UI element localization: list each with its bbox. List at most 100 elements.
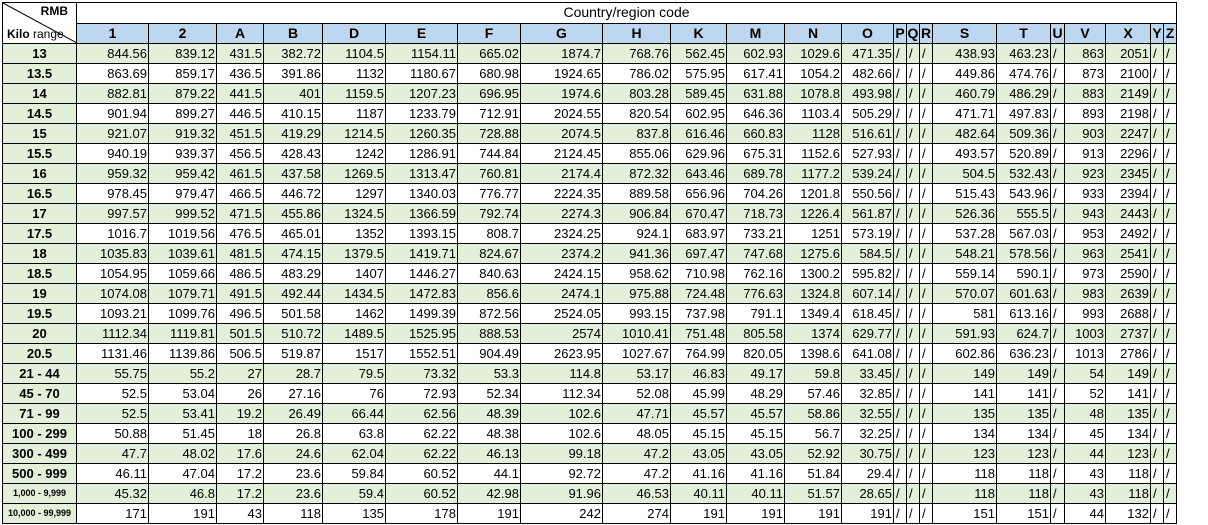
table-cell: 2574 [520, 323, 603, 344]
table-cell: 52.92 [784, 443, 842, 464]
table-cell: / [906, 283, 920, 304]
table-cell: / [919, 283, 933, 304]
table-cell: 764.99 [670, 343, 727, 364]
row-header-weight: 13.5 [2, 63, 77, 84]
table-cell: / [893, 63, 907, 84]
table-cell: 537.28 [932, 223, 997, 244]
table-cell: 2688 [1105, 303, 1151, 324]
table-cell: / [1150, 503, 1164, 524]
table-cell: / [1150, 63, 1164, 84]
table-cell: 665.02 [457, 43, 521, 64]
table-cell: 1313.47 [385, 163, 458, 184]
table-cell: 975.88 [602, 283, 671, 304]
table-cell: / [1163, 243, 1177, 264]
table-cell: 1003 [1064, 323, 1106, 344]
table-cell: 491.5 [216, 283, 264, 304]
table-cell: 1013 [1064, 343, 1106, 364]
table-cell: 940.19 [76, 143, 149, 164]
table-cell: / [1150, 343, 1164, 364]
table-cell: 751.48 [670, 323, 727, 344]
table-cell: 584.5 [841, 243, 894, 264]
table-cell: 1324.8 [784, 283, 842, 304]
table-cell: 461.5 [216, 163, 264, 184]
table-cell: 2024.55 [520, 103, 603, 124]
table-cell: 1275.6 [784, 243, 842, 264]
table-cell: 382.72 [263, 43, 323, 64]
table-cell: 963 [1064, 243, 1106, 264]
table-cell: 451.5 [216, 123, 264, 144]
table-cell: 66.44 [322, 403, 386, 424]
table-cell: 53.17 [602, 363, 671, 384]
table-cell: 135 [322, 503, 386, 524]
table-cell: 550.56 [841, 183, 894, 204]
table-cell: 893 [1064, 103, 1106, 124]
table-cell: 656.96 [670, 183, 727, 204]
table-cell: 141 [1105, 383, 1151, 404]
table-cell: 1374 [784, 323, 842, 344]
table-cell: 135 [932, 403, 997, 424]
table-cell: / [1050, 223, 1065, 244]
table-cell: 1489.5 [322, 323, 386, 344]
table-cell: 51.57 [784, 483, 842, 504]
table-cell: 76 [322, 383, 386, 404]
table-row: 18.5 1054.95 1059.66 486.5 483.29 1407 1446.27… [2, 263, 1177, 284]
corner-currency-label: RMB [40, 4, 68, 18]
table-cell: 906.84 [602, 203, 671, 224]
table-cell: 710.98 [670, 263, 727, 284]
table-cell: 48.38 [457, 423, 521, 444]
table-cell: 92.72 [520, 463, 603, 484]
table-cell: / [1050, 123, 1065, 144]
table-cell: / [893, 203, 907, 224]
table-row: 500 - 999 46.11 47.04 17.2 23.6 59.84 60.52 44.… [2, 463, 1177, 484]
table-cell: 747.68 [726, 243, 785, 264]
table-row: 17.5 1016.7 1019.56 476.5 465.01 1352 1393.15 8… [2, 223, 1177, 244]
table-cell: 41.16 [670, 463, 727, 484]
table-body: 13 844.56 839.12 431.5 382.72 1104.5 1154.11 66… [2, 43, 1177, 524]
table-row: 14 882.81 879.22 441.5 401 1159.5 1207.23 696.9… [2, 83, 1177, 104]
table-cell: 59.84 [322, 463, 386, 484]
table-cell: 455.86 [263, 203, 323, 224]
table-cell: / [906, 463, 920, 484]
table-cell: 171 [76, 503, 149, 524]
table-cell: 978.45 [76, 183, 149, 204]
table-cell: / [1050, 323, 1065, 344]
table-cell: 2639 [1105, 283, 1151, 304]
table-cell: / [906, 163, 920, 184]
table-cell: / [919, 443, 933, 464]
table-cell: / [919, 463, 933, 484]
table-cell: 2590 [1105, 263, 1151, 284]
table-cell: 114.8 [520, 363, 603, 384]
table-cell: 1517 [322, 343, 386, 364]
table-cell: / [1150, 163, 1164, 184]
table-cell: 32.55 [841, 403, 894, 424]
table-cell: / [1163, 383, 1177, 404]
table-cell: 641.08 [841, 343, 894, 364]
table-cell: 863 [1064, 43, 1106, 64]
table-cell: 1233.79 [385, 103, 458, 124]
table-cell: 57.46 [784, 383, 842, 404]
table-cell: / [1050, 303, 1065, 324]
table-cell: 79.5 [322, 363, 386, 384]
table-cell: 1010.41 [602, 323, 671, 344]
column-header-2: 2 [148, 22, 217, 44]
table-cell: 629.96 [670, 143, 727, 164]
table-cell: / [1163, 263, 1177, 284]
table-cell: 1297 [322, 183, 386, 204]
table-cell: 73.32 [385, 363, 458, 384]
table-cell: / [1050, 403, 1065, 424]
table-cell: / [1163, 143, 1177, 164]
table-cell: 46.13 [457, 443, 521, 464]
table-cell: 791.1 [726, 303, 785, 324]
table-cell: 401 [263, 83, 323, 104]
table-cell: 570.07 [932, 283, 997, 304]
table-cell: / [893, 483, 907, 504]
table-cell: 1462 [322, 303, 386, 324]
table-cell: 2247 [1105, 123, 1151, 144]
table-cell: 59.8 [784, 363, 842, 384]
table-cell: / [1163, 83, 1177, 104]
table-cell: 883 [1064, 83, 1106, 104]
table-row: 13 844.56 839.12 431.5 382.72 1104.5 1154.11 66… [2, 43, 1177, 64]
table-cell: 1016.7 [76, 223, 149, 244]
table-cell: 602.95 [670, 103, 727, 124]
row-header-weight: 14 [2, 83, 77, 104]
